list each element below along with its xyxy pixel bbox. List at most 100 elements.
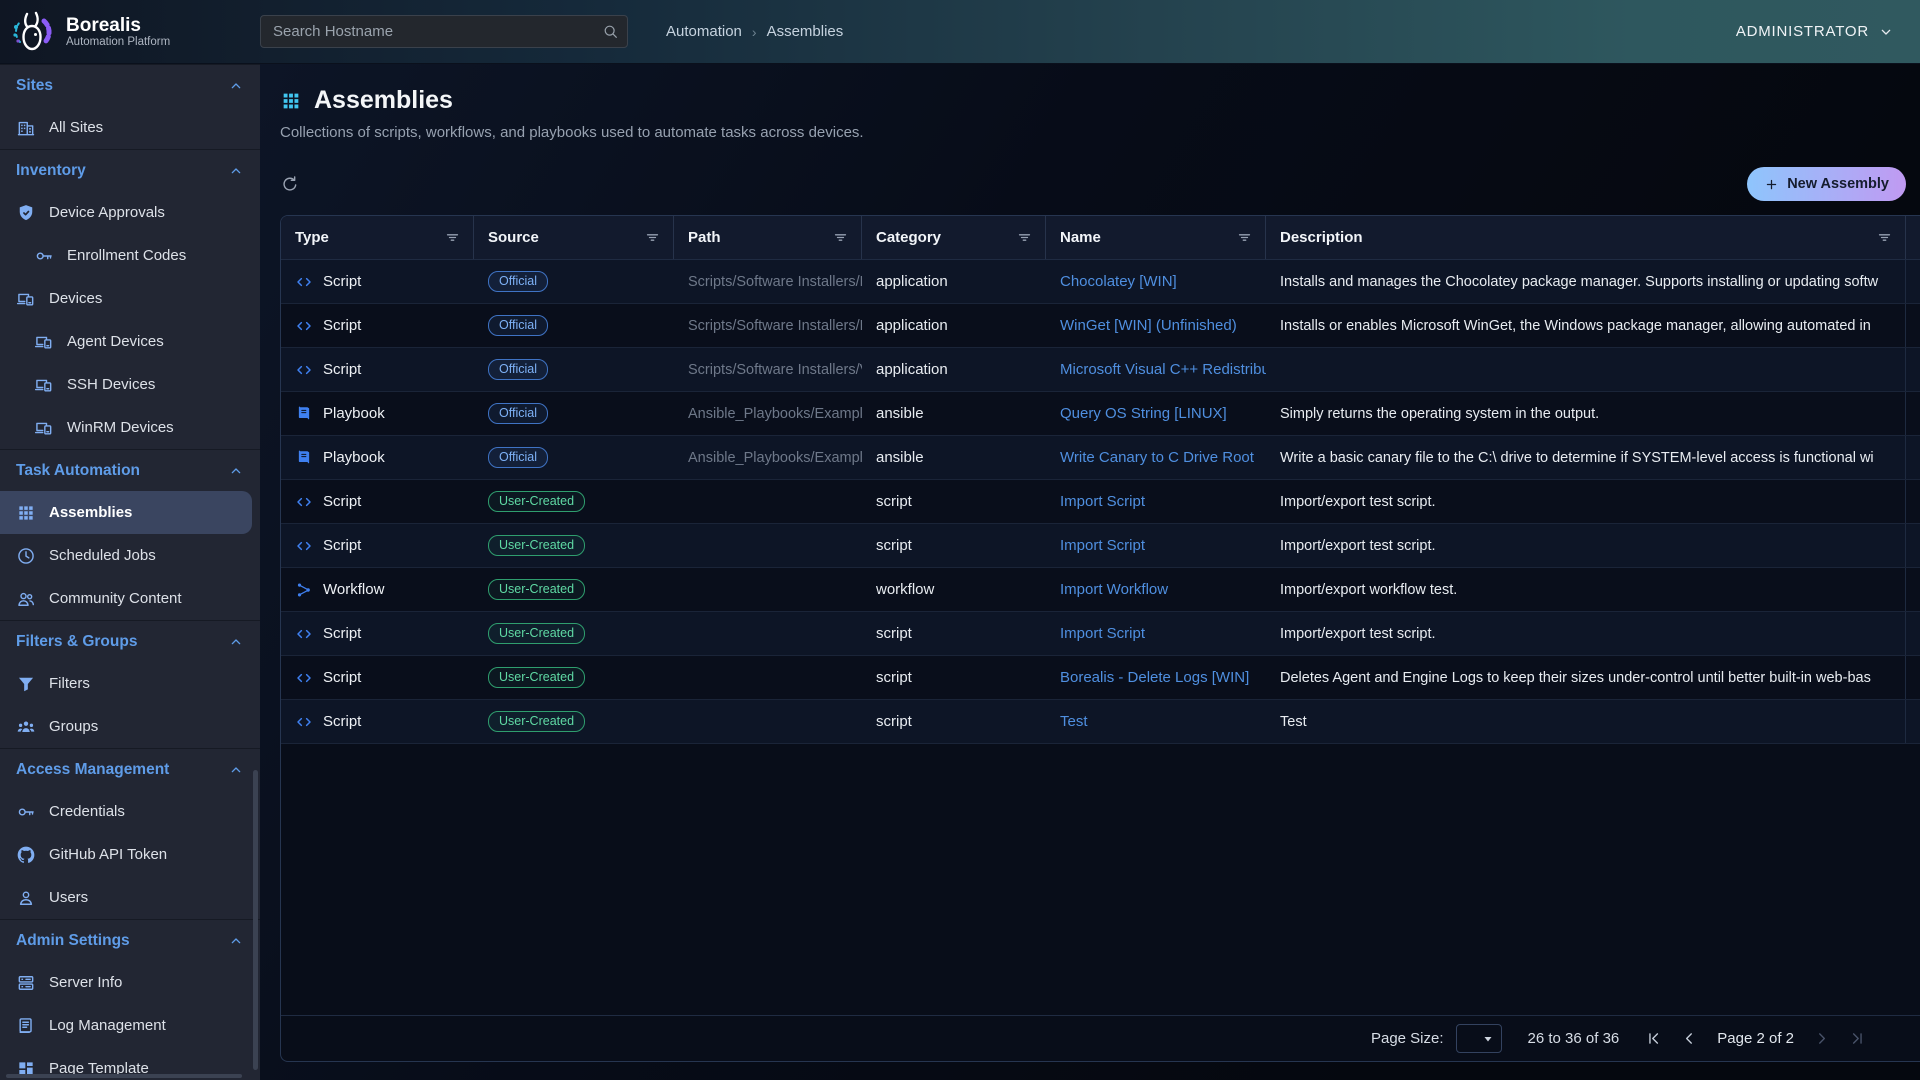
sidebar-item-label: SSH Devices bbox=[67, 376, 155, 393]
assembly-name-link[interactable]: Import Workflow bbox=[1060, 581, 1168, 598]
table-row[interactable]: ScriptUser-CreatedscriptImport ScriptImp… bbox=[281, 480, 1920, 524]
first-page-icon[interactable] bbox=[1645, 1030, 1662, 1047]
key-icon bbox=[16, 802, 36, 822]
plus-icon bbox=[1764, 177, 1779, 192]
table-row[interactable]: PlaybookOfficialAnsible_Playbooks/Exampl… bbox=[281, 436, 1920, 480]
sidebar-item-groups[interactable]: Groups bbox=[0, 705, 260, 748]
source-badge: Official bbox=[488, 403, 548, 424]
assembly-name-link[interactable]: Import Script bbox=[1060, 537, 1145, 554]
table-row[interactable]: WorkflowUser-CreatedworkflowImport Workf… bbox=[281, 568, 1920, 612]
sidebar-item-server-info[interactable]: Server Info bbox=[0, 961, 260, 1004]
type-cell: Script bbox=[281, 480, 474, 523]
sidebar-item-device-approvals[interactable]: Device Approvals bbox=[0, 191, 260, 234]
filter-list-icon[interactable] bbox=[1236, 229, 1253, 246]
source-cell: User-Created bbox=[474, 612, 674, 655]
last-page-icon[interactable] bbox=[1849, 1030, 1866, 1047]
table-header: TypeSourcePathCategoryNameDescription bbox=[281, 216, 1920, 260]
column-label: Category bbox=[876, 229, 941, 246]
sidebar-item-winrm-devices[interactable]: WinRM Devices bbox=[0, 406, 260, 449]
filter-list-icon[interactable] bbox=[832, 229, 849, 246]
table-row[interactable]: ScriptOfficialScripts/Software Installer… bbox=[281, 348, 1920, 392]
sidebar-item-agent-devices[interactable]: Agent Devices bbox=[0, 320, 260, 363]
previous-page-icon[interactable] bbox=[1681, 1030, 1698, 1047]
search-input[interactable] bbox=[260, 15, 628, 48]
column-header-path: Path bbox=[674, 216, 862, 259]
source-cell: User-Created bbox=[474, 700, 674, 743]
breadcrumb-parent[interactable]: Automation bbox=[666, 23, 742, 40]
sidebar-item-community-content[interactable]: Community Content bbox=[0, 577, 260, 620]
page-size-select[interactable] bbox=[1456, 1024, 1502, 1053]
row-spacer bbox=[1906, 524, 1920, 567]
table-row[interactable]: ScriptOfficialScripts/Software Installer… bbox=[281, 260, 1920, 304]
row-spacer bbox=[1906, 656, 1920, 699]
assembly-name-link[interactable]: Microsoft Visual C++ Redistribu bbox=[1060, 361, 1266, 378]
path-cell: Scripts/Software Installers/Pac bbox=[674, 260, 862, 303]
sidebar-section-filters-groups[interactable]: Filters & Groups bbox=[0, 620, 260, 662]
sidebar-item-github-api-token[interactable]: GitHub API Token bbox=[0, 833, 260, 876]
sidebar-item-scheduled-jobs[interactable]: Scheduled Jobs bbox=[0, 534, 260, 577]
table-row[interactable]: ScriptUser-CreatedscriptTestTest bbox=[281, 700, 1920, 744]
sidebar-item-enrollment-codes[interactable]: Enrollment Codes bbox=[0, 234, 260, 277]
sidebar-item-assemblies[interactable]: Assemblies bbox=[0, 491, 252, 534]
sidebar-item-ssh-devices[interactable]: SSH Devices bbox=[0, 363, 260, 406]
sidebar-section-label: Task Automation bbox=[16, 462, 140, 480]
assembly-name-link[interactable]: Chocolatey [WIN] bbox=[1060, 273, 1177, 290]
sidebar-nav: SitesAll SitesInventoryDevice ApprovalsE… bbox=[0, 64, 260, 1080]
sidebar-item-filters[interactable]: Filters bbox=[0, 662, 260, 705]
name-cell: Import Workflow bbox=[1046, 568, 1266, 611]
table-row[interactable]: ScriptOfficialScripts/Software Installer… bbox=[281, 304, 1920, 348]
assembly-name-link[interactable]: Borealis - Delete Logs [WIN] bbox=[1060, 669, 1249, 686]
sidebar-section-task-automation[interactable]: Task Automation bbox=[0, 449, 260, 491]
table-row[interactable]: ScriptUser-CreatedscriptImport ScriptImp… bbox=[281, 612, 1920, 656]
code-icon bbox=[295, 361, 313, 379]
table-row[interactable]: ScriptUser-CreatedscriptBorealis - Delet… bbox=[281, 656, 1920, 700]
assembly-name-link[interactable]: WinGet [WIN] (Unfinished) bbox=[1060, 317, 1237, 334]
sidebar-item-all-sites[interactable]: All Sites bbox=[0, 106, 260, 149]
filter-list-icon[interactable] bbox=[1876, 229, 1893, 246]
path-cell bbox=[674, 524, 862, 567]
sidebar-item-users[interactable]: Users bbox=[0, 876, 260, 919]
filter-list-icon[interactable] bbox=[444, 229, 461, 246]
page-size-control: Page Size: bbox=[1371, 1024, 1502, 1053]
type-label: Script bbox=[323, 669, 361, 686]
category-cell: script bbox=[862, 524, 1046, 567]
assembly-name-link[interactable]: Query OS String [LINUX] bbox=[1060, 405, 1227, 422]
page-title: Assemblies bbox=[314, 86, 453, 115]
refresh-icon[interactable] bbox=[280, 174, 300, 194]
description-cell: Test bbox=[1266, 700, 1906, 743]
assembly-name-link[interactable]: Write Canary to C Drive Root bbox=[1060, 449, 1254, 466]
path-cell: Scripts/Software Installers/Pac bbox=[674, 304, 862, 347]
new-assembly-button[interactable]: New Assembly bbox=[1747, 167, 1906, 201]
sidebar-section-admin-settings[interactable]: Admin Settings bbox=[0, 919, 260, 961]
github-icon bbox=[16, 845, 36, 865]
sidebar-vertical-scrollbar[interactable] bbox=[253, 770, 258, 1070]
user-menu[interactable]: ADMINISTRATOR bbox=[1736, 23, 1920, 40]
description-cell: Write a basic canary file to the C:\ dri… bbox=[1266, 436, 1906, 479]
type-label: Script bbox=[323, 493, 361, 510]
source-badge: Official bbox=[488, 271, 548, 292]
sidebar-horizontal-scrollbar[interactable] bbox=[6, 1074, 242, 1078]
sidebar-section-inventory[interactable]: Inventory bbox=[0, 149, 260, 191]
filter-list-icon[interactable] bbox=[1016, 229, 1033, 246]
sidebar-item-label: Filters bbox=[49, 675, 90, 692]
sidebar-item-devices[interactable]: Devices bbox=[0, 277, 260, 320]
sidebar-section-sites[interactable]: Sites bbox=[0, 64, 260, 106]
source-badge: User-Created bbox=[488, 491, 585, 512]
assembly-name-link[interactable]: Import Script bbox=[1060, 493, 1145, 510]
sidebar-item-credentials[interactable]: Credentials bbox=[0, 790, 260, 833]
assembly-name-link[interactable]: Import Script bbox=[1060, 625, 1145, 642]
next-page-icon[interactable] bbox=[1813, 1030, 1830, 1047]
sidebar-item-log-management[interactable]: Log Management bbox=[0, 1004, 260, 1047]
path-cell bbox=[674, 568, 862, 611]
assembly-name-link[interactable]: Test bbox=[1060, 713, 1088, 730]
table-row[interactable]: PlaybookOfficialAnsible_Playbooks/Exampl… bbox=[281, 392, 1920, 436]
type-cell: Script bbox=[281, 304, 474, 347]
breadcrumb-current[interactable]: Assemblies bbox=[767, 23, 844, 40]
name-cell: Microsoft Visual C++ Redistribu bbox=[1046, 348, 1266, 391]
table-row[interactable]: ScriptUser-CreatedscriptImport ScriptImp… bbox=[281, 524, 1920, 568]
source-cell: User-Created bbox=[474, 480, 674, 523]
filter-list-icon[interactable] bbox=[644, 229, 661, 246]
type-label: Script bbox=[323, 317, 361, 334]
sidebar-section-access-management[interactable]: Access Management bbox=[0, 748, 260, 790]
sidebar-item-label: Devices bbox=[49, 290, 102, 307]
